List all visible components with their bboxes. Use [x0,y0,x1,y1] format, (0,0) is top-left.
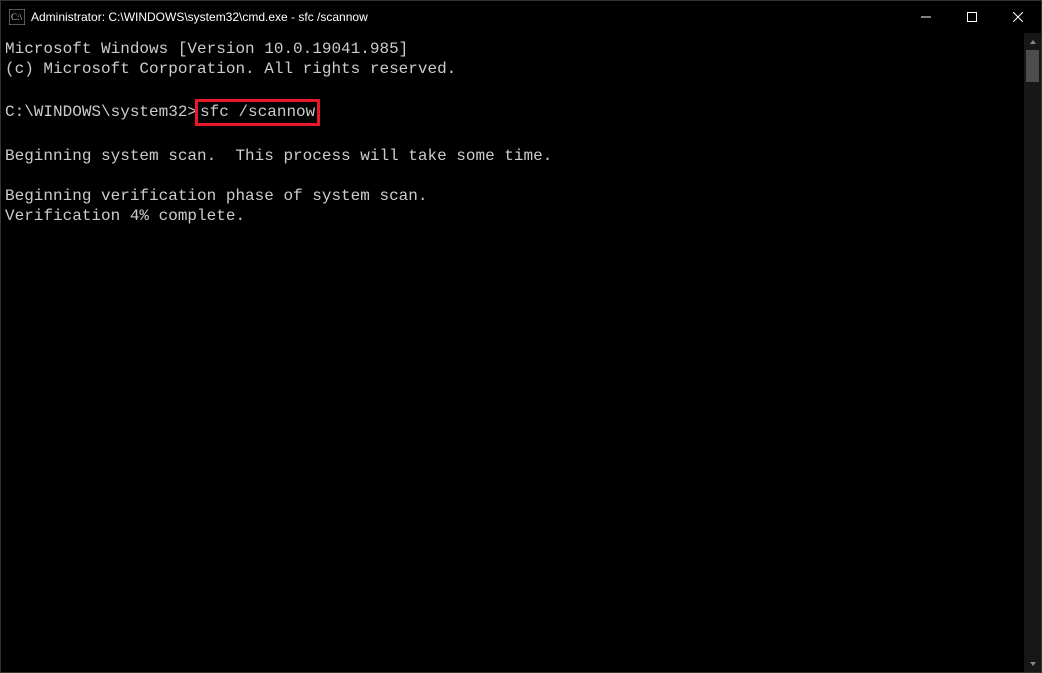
copyright-line: (c) Microsoft Corporation. All rights re… [5,59,1037,79]
command-text: sfc /scannow [200,103,315,121]
begin-verify-line: Beginning verification phase of system s… [5,186,1037,206]
version-line: Microsoft Windows [Version 10.0.19041.98… [5,39,1037,59]
blank-line [5,126,1037,146]
command-highlight: sfc /scannow [195,99,320,126]
terminal-output[interactable]: Microsoft Windows [Version 10.0.19041.98… [1,33,1041,672]
scroll-up-arrow-icon[interactable] [1024,33,1041,50]
verify-progress-line: Verification 4% complete. [5,206,1037,226]
scroll-thumb[interactable] [1026,50,1039,82]
maximize-button[interactable] [949,1,995,33]
window-controls [903,1,1041,33]
window-titlebar[interactable]: C:\ Administrator: C:\WINDOWS\system32\c… [1,1,1041,33]
blank-line [5,79,1037,99]
begin-scan-line: Beginning system scan. This process will… [5,146,1037,166]
cmd-icon: C:\ [9,9,25,25]
blank-line [5,166,1037,186]
minimize-button[interactable] [903,1,949,33]
scroll-track[interactable] [1024,50,1041,655]
close-button[interactable] [995,1,1041,33]
scroll-down-arrow-icon[interactable] [1024,655,1041,672]
prompt-line: C:\WINDOWS\system32>sfc /scannow [5,99,1037,126]
vertical-scrollbar[interactable] [1024,33,1041,672]
svg-text:C:\: C:\ [11,12,23,22]
window-title: Administrator: C:\WINDOWS\system32\cmd.e… [31,10,903,24]
prompt-text: C:\WINDOWS\system32> [5,103,197,121]
